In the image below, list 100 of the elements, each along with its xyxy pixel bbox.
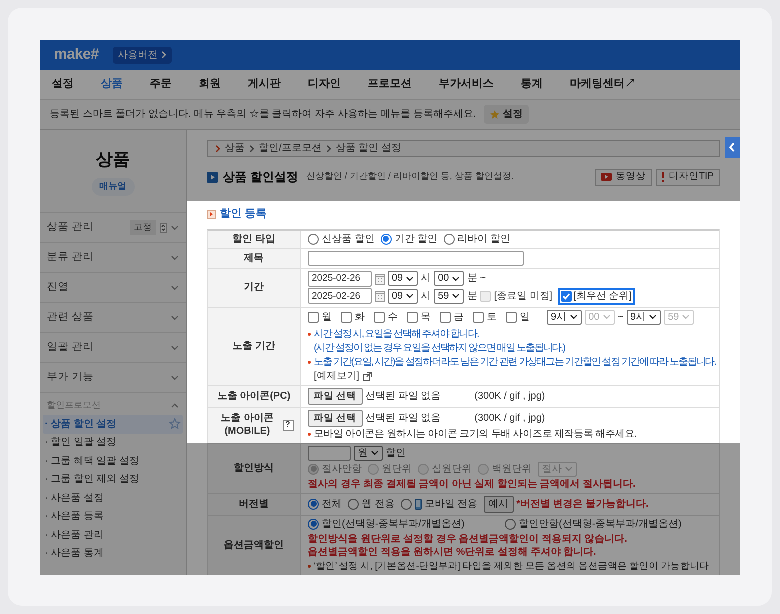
file-status: 선택된 파일 없음 — [366, 412, 442, 424]
star-icon[interactable] — [169, 418, 181, 430]
time-dropdown[interactable]: 9시 — [547, 310, 582, 324]
sidebar-item[interactable]: · 사은품 관리 — [43, 526, 183, 544]
calendar-icon[interactable] — [375, 272, 385, 284]
sidebar-menu-item[interactable]: 부가 기능 — [47, 370, 94, 386]
dropdown[interactable]: 09 — [388, 288, 418, 304]
sidebar-item[interactable]: · 그룹 할인 제외 설정 — [43, 470, 183, 489]
checkbox[interactable] — [506, 312, 517, 322]
file-button[interactable]: 파일 선택 — [308, 410, 363, 426]
dropdown[interactable]: 00 — [434, 271, 464, 286]
version-button[interactable]: 사용버전 — [112, 46, 172, 64]
pin-button[interactable]: 고정 — [130, 220, 156, 236]
field-label: 노출 아이콘(PC) — [217, 390, 291, 402]
collapse-tab-icon[interactable] — [725, 137, 740, 158]
checkbox[interactable] — [560, 290, 572, 302]
nav-tab[interactable]: 디자인 — [308, 76, 341, 93]
info-text: 시간 설정 시, 요일을 선택해 주셔야 합니다. — [314, 328, 479, 340]
priority-option[interactable]: [최우선 순위] — [558, 288, 635, 304]
play-icon — [207, 172, 218, 182]
checkbox[interactable] — [341, 312, 352, 322]
expand-icon[interactable] — [171, 254, 179, 262]
nav-tab[interactable]: 프로모션 — [368, 76, 412, 93]
sidebar-menu-item[interactable]: 상품 관리 — [47, 220, 94, 236]
warning-text: *버전별 변경은 불가능합니다. — [516, 498, 649, 510]
sidebar-menu-item[interactable]: 일괄 관리 — [47, 340, 94, 356]
manual-button[interactable]: 매뉴얼 — [92, 178, 134, 196]
sidebar-menu-item[interactable]: 분류 관리 — [47, 250, 94, 266]
suffix-label: 할인 — [386, 446, 406, 460]
checkbox[interactable] — [440, 312, 451, 322]
checkbox[interactable] — [308, 312, 319, 322]
calendar-icon[interactable] — [375, 290, 385, 302]
radio-label: 할인(선택형-중복부과/개별옵션) — [322, 518, 466, 530]
radio-button[interactable] — [368, 464, 379, 474]
radio-button[interactable] — [444, 234, 455, 244]
warning-text: 할인방식을 원단위로 설정할 경우 옵션별금액할인이 적용되지 않습니다. — [308, 532, 628, 546]
nav-tab[interactable]: 설정 — [52, 76, 74, 93]
file-button[interactable]: 파일 선택 — [308, 388, 363, 404]
radio-button[interactable] — [418, 464, 429, 474]
title-field[interactable] — [308, 250, 524, 266]
expand-icon[interactable] — [171, 344, 179, 352]
radio-button[interactable] — [348, 498, 359, 510]
sidebar-item[interactable]: · 사은품 통계 — [43, 544, 183, 563]
breadcrumb-link[interactable]: 상품 — [225, 141, 245, 156]
radio-button[interactable] — [308, 234, 319, 244]
checkbox[interactable] — [473, 312, 484, 322]
amount-field[interactable] — [308, 446, 351, 460]
breadcrumb-link[interactable]: 상품 할인 설정 — [336, 141, 402, 156]
nav-tab[interactable]: 마케팅센터↗ — [570, 76, 636, 93]
collapse-icon[interactable] — [171, 402, 179, 410]
sidebar-item[interactable]: · 사은품 등록 — [43, 508, 183, 526]
note-text: 모바일 아이콘은 원하시는 아이콘 크기의 두배 사이즈로 제작등록 해주세요. — [314, 428, 638, 440]
radio-button[interactable] — [308, 464, 319, 474]
video-button[interactable]: 동영상 — [595, 168, 652, 186]
expand-icon[interactable] — [171, 224, 179, 232]
caret-icon — [452, 274, 460, 282]
time-dropdown[interactable]: 9시 — [626, 310, 662, 324]
expand-icon[interactable] — [171, 314, 179, 322]
example-link[interactable]: [예제보기] — [314, 370, 360, 382]
sidebar-item[interactable]: · 사은품 설정 — [43, 489, 183, 508]
caret-icon — [570, 313, 578, 321]
nav-tab[interactable]: 상품 — [101, 76, 123, 93]
help-button[interactable]: ? — [282, 420, 294, 430]
nav-tab[interactable]: 게시판 — [248, 76, 281, 93]
field-label: 제목 — [244, 252, 264, 264]
checkbox[interactable] — [374, 312, 385, 322]
day-label: 화 — [355, 310, 365, 324]
logo: make# — [54, 44, 99, 65]
expand-icon[interactable] — [171, 374, 179, 382]
radio-button[interactable] — [400, 498, 412, 510]
date-field[interactable]: 2025-02-26 — [308, 288, 372, 304]
radio-button[interactable] — [478, 464, 489, 474]
sidebar-menu-item[interactable]: 관련 상품 — [47, 310, 94, 326]
radio-button[interactable] — [380, 234, 392, 244]
date-field[interactable]: 2025-02-26 — [308, 270, 372, 286]
radio-button[interactable] — [308, 498, 319, 510]
tip-button[interactable]: 디자인TIP — [656, 168, 720, 186]
breadcrumb-link[interactable]: 할인/프로모션 — [259, 141, 322, 156]
caret-icon — [406, 274, 414, 282]
sidebar-item[interactable]: · 상품 할인 설정 — [43, 415, 183, 434]
nav-tab[interactable]: 부가서비스 — [439, 76, 494, 93]
dropdown[interactable]: 09 — [388, 271, 418, 286]
unit-dropdown[interactable]: 원 — [354, 446, 383, 460]
unit-label: 분 — [467, 272, 478, 285]
example-button[interactable]: 예시 — [484, 496, 514, 512]
nav-tab[interactable]: 통계 — [521, 76, 543, 93]
sidebar-item[interactable]: · 할인 일괄 설정 — [43, 434, 183, 452]
settings-button[interactable]: 설정 — [484, 105, 530, 124]
nav-tab[interactable]: 주문 — [150, 76, 172, 93]
info-text: 노출 기간(요일, 시간)을 설정하더라도 남은 기간 관련 가상태그는 기간할인 설정 기간에 따라 노출됩니다. — [314, 356, 716, 368]
nav-tab[interactable]: 회원 — [199, 76, 221, 93]
dropdown[interactable]: 59 — [434, 288, 464, 304]
spinner-icon[interactable] — [160, 222, 167, 232]
expand-icon[interactable] — [171, 284, 179, 292]
radio-button[interactable] — [308, 518, 319, 530]
phone-icon — [414, 498, 422, 510]
sidebar-item[interactable]: · 그룹 혜택 일괄 설정 — [43, 452, 183, 470]
sidebar-menu-item[interactable]: 진열 — [47, 280, 69, 296]
radio-button[interactable] — [505, 518, 516, 530]
checkbox[interactable] — [407, 312, 418, 322]
